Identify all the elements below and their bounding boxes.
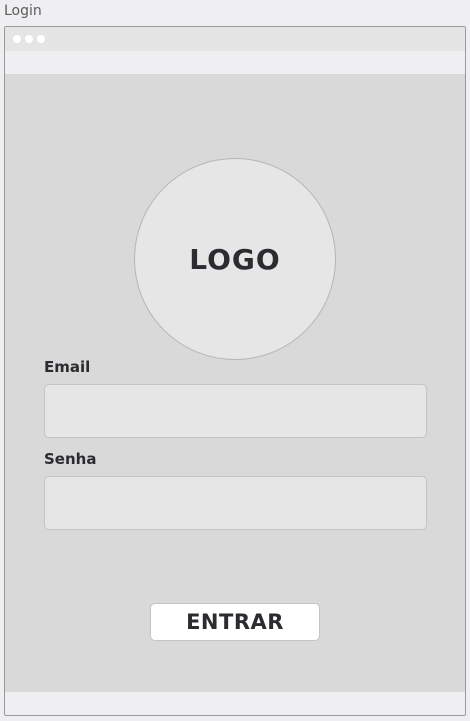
- email-label: Email: [44, 358, 91, 376]
- window-dot-1-icon: [13, 35, 21, 43]
- page-label: Login: [4, 3, 42, 19]
- password-label: Senha: [44, 450, 97, 468]
- logo-text: LOGO: [189, 242, 281, 276]
- password-field[interactable]: [44, 476, 427, 530]
- email-field[interactable]: [44, 384, 427, 438]
- enter-button[interactable]: ENTRAR: [150, 603, 320, 641]
- top-navbar: [5, 51, 465, 74]
- window-titlebar: [5, 27, 465, 51]
- app-window: LOGO Email Senha ENTRAR: [4, 26, 466, 716]
- window-dot-2-icon: [25, 35, 33, 43]
- logo-placeholder: LOGO: [134, 158, 336, 360]
- bottom-bar: [5, 692, 465, 715]
- login-content: LOGO Email Senha ENTRAR: [5, 74, 465, 692]
- window-dot-3-icon: [37, 35, 45, 43]
